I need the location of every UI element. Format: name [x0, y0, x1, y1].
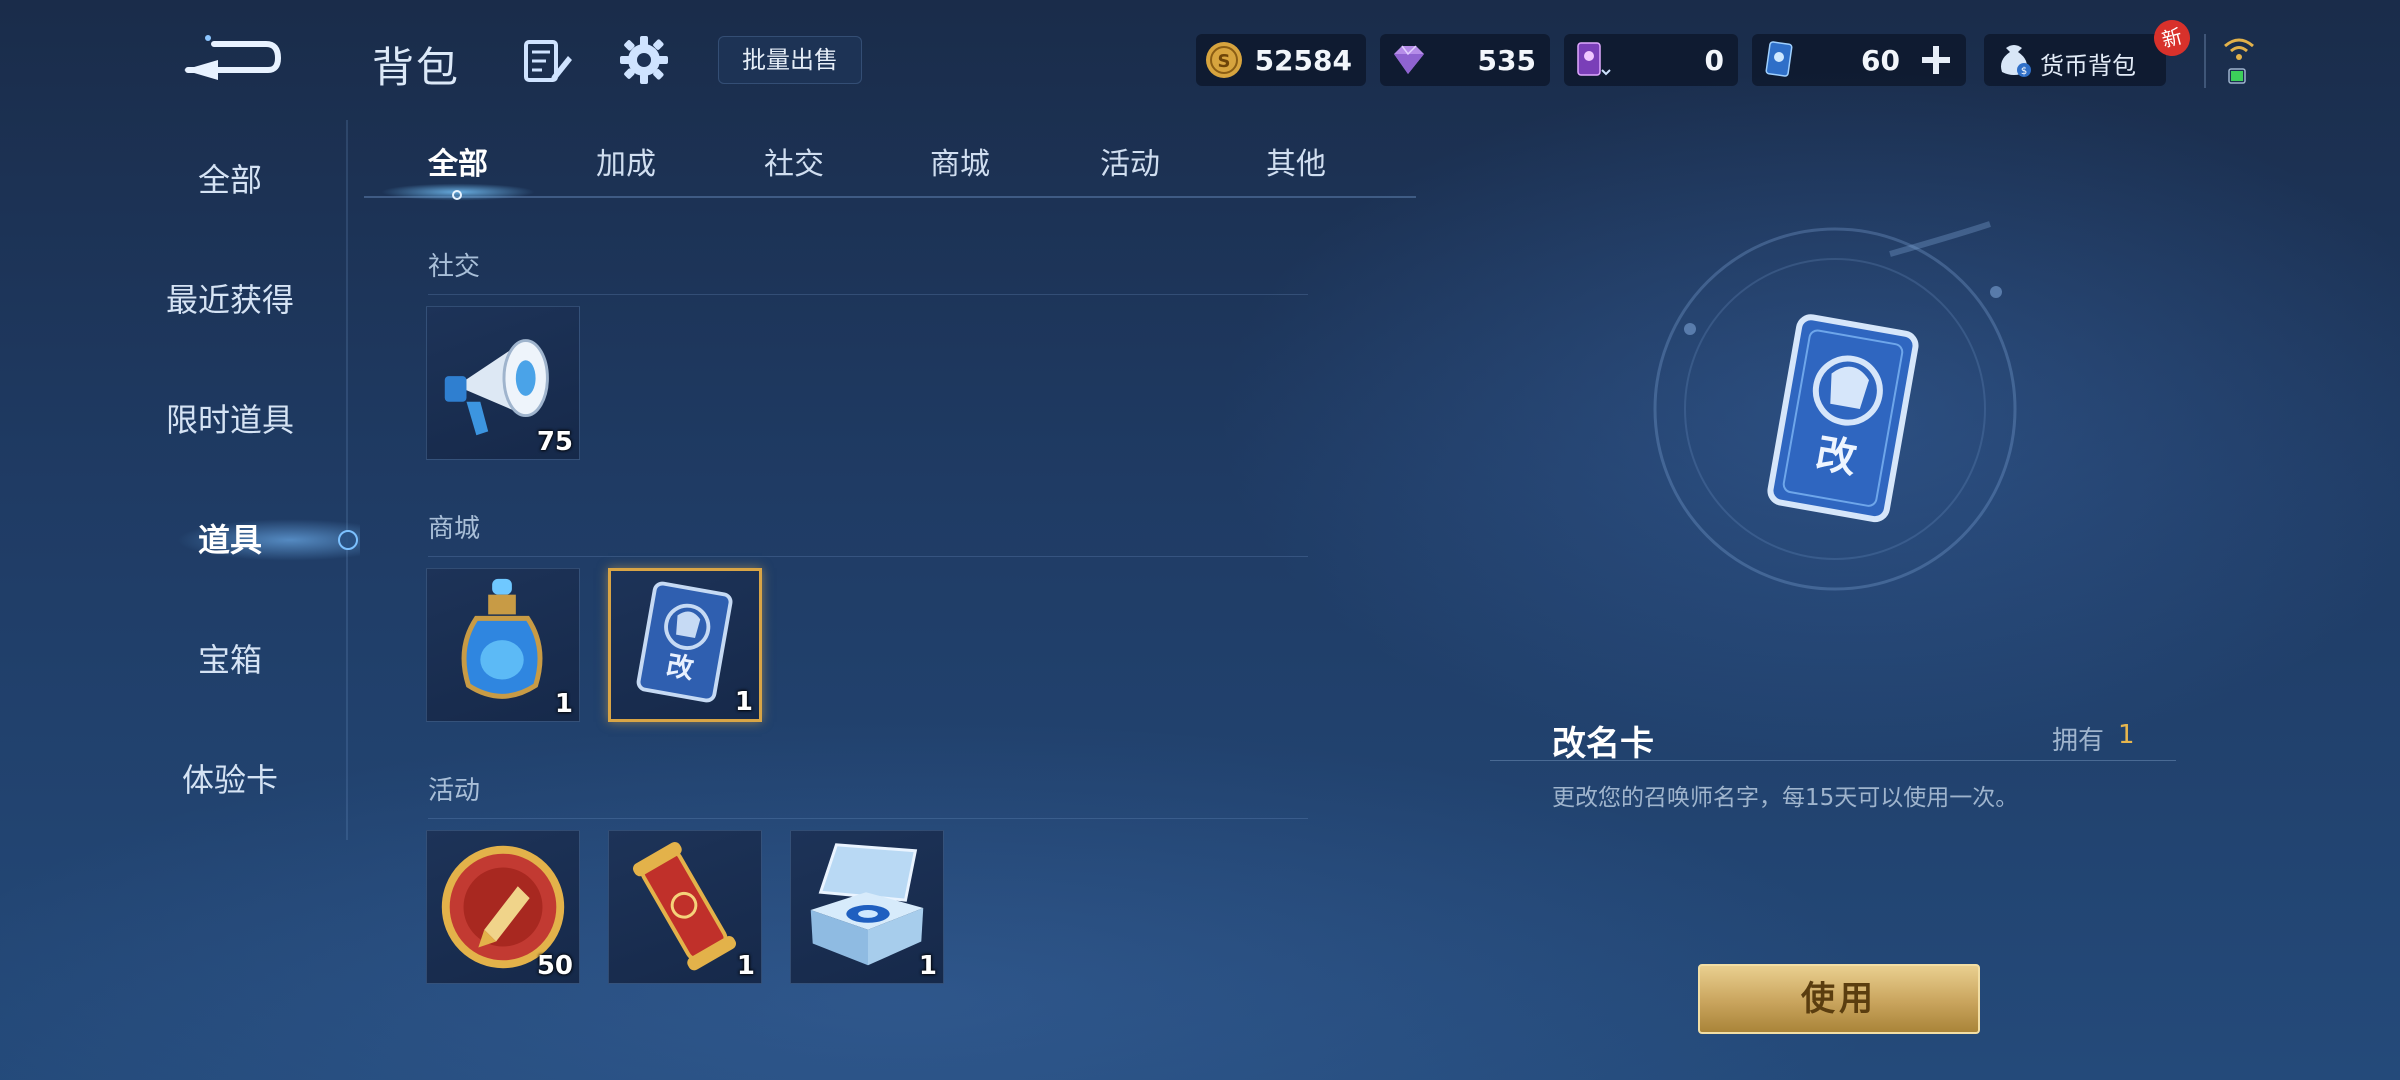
add-voucher-plus-icon[interactable]: [1918, 42, 1954, 78]
card-currency-display[interactable]: 0: [1564, 34, 1738, 86]
voucher-amount: 60: [1861, 44, 1900, 77]
item-count: 1: [734, 687, 753, 717]
item-description: 更改您的召唤师名字，每15天可以使用一次。: [1552, 785, 2019, 811]
wifi-icon: [2224, 38, 2254, 60]
tab-events[interactable]: 活动: [1070, 140, 1190, 190]
sidebar-item-chests[interactable]: 宝箱: [100, 630, 360, 690]
currency-wallet-button[interactable]: $ 货币背包: [1984, 34, 2166, 86]
item-count: 50: [536, 951, 573, 981]
svg-text:$: $: [2021, 66, 2027, 77]
preview-card-glyph: 改: [1813, 430, 1860, 482]
bulk-sell-button[interactable]: 批量出售: [718, 36, 862, 84]
item-name: 改名卡: [1552, 724, 1654, 764]
card-glyph: 改: [664, 650, 696, 685]
sidebar-item-limited[interactable]: 限时道具: [100, 390, 360, 450]
sidebar-item-recent[interactable]: 最近获得: [100, 270, 360, 330]
detail-divider: [1490, 760, 2176, 761]
item-slot[interactable]: 1: [790, 830, 944, 984]
section-title-events: 活动: [428, 776, 481, 806]
tab-active-marker-icon: [452, 190, 462, 200]
tab-boost[interactable]: 加成: [566, 140, 686, 190]
edit-note-icon[interactable]: [522, 36, 574, 86]
item-count: 1: [918, 951, 937, 981]
item-count: 75: [536, 427, 573, 457]
item-count: 1: [554, 689, 573, 719]
section-divider: [428, 818, 1308, 819]
card-amount: 0: [1704, 44, 1724, 77]
wallet-label: 货币背包: [2040, 52, 2136, 80]
battery-icon: [2228, 68, 2246, 84]
purple-card-dropdown-icon: [1577, 42, 1611, 76]
use-button[interactable]: 使用: [1698, 964, 1980, 1034]
item-slot-selected[interactable]: 改 1: [608, 568, 762, 722]
owned-label: 拥有: [2052, 726, 2105, 756]
section-title-social: 社交: [428, 252, 481, 282]
tab-all[interactable]: 全部: [398, 140, 518, 190]
sidebar-item-trial-cards[interactable]: 体验卡: [100, 750, 360, 810]
money-bag-icon: $: [2001, 45, 2031, 77]
item-slot[interactable]: 50: [426, 830, 580, 984]
tab-mall[interactable]: 商城: [900, 140, 1020, 190]
item-slot[interactable]: 75: [426, 306, 580, 460]
purple-gem-icon: [1394, 45, 1424, 74]
tab-other[interactable]: 其他: [1236, 140, 1356, 190]
blue-voucher-icon: [1765, 41, 1793, 77]
svg-text:S: S: [1218, 51, 1231, 72]
item-slot[interactable]: 1: [608, 830, 762, 984]
back-arrow-icon[interactable]: [178, 30, 282, 86]
tab-social[interactable]: 社交: [734, 140, 854, 190]
gold-currency-display: S 52584: [1196, 34, 1366, 86]
sidebar-item-all[interactable]: 全部: [100, 150, 360, 210]
section-divider: [428, 556, 1308, 557]
gold-coin-icon: S: [1206, 42, 1242, 78]
page-title: 背包: [372, 43, 461, 92]
sidebar-item-props[interactable]: 道具: [100, 510, 360, 570]
gold-amount: 52584: [1254, 44, 1352, 77]
settings-gear-icon[interactable]: [618, 34, 670, 86]
sidebar-active-indicator: [338, 530, 358, 550]
section-title-mall: 商城: [428, 514, 481, 544]
gem-currency-display: 535: [1380, 34, 1550, 86]
owned-count: 1: [2118, 720, 2135, 750]
rename-card-preview-icon: 改: [1767, 314, 1919, 523]
gem-amount: 535: [1477, 44, 1536, 77]
item-count: 1: [736, 951, 755, 981]
voucher-currency-display: 60: [1752, 34, 1966, 86]
item-slot[interactable]: 1: [426, 568, 580, 722]
status-divider: [2204, 34, 2206, 88]
section-divider: [428, 294, 1308, 295]
sidebar-divider: [346, 120, 348, 840]
